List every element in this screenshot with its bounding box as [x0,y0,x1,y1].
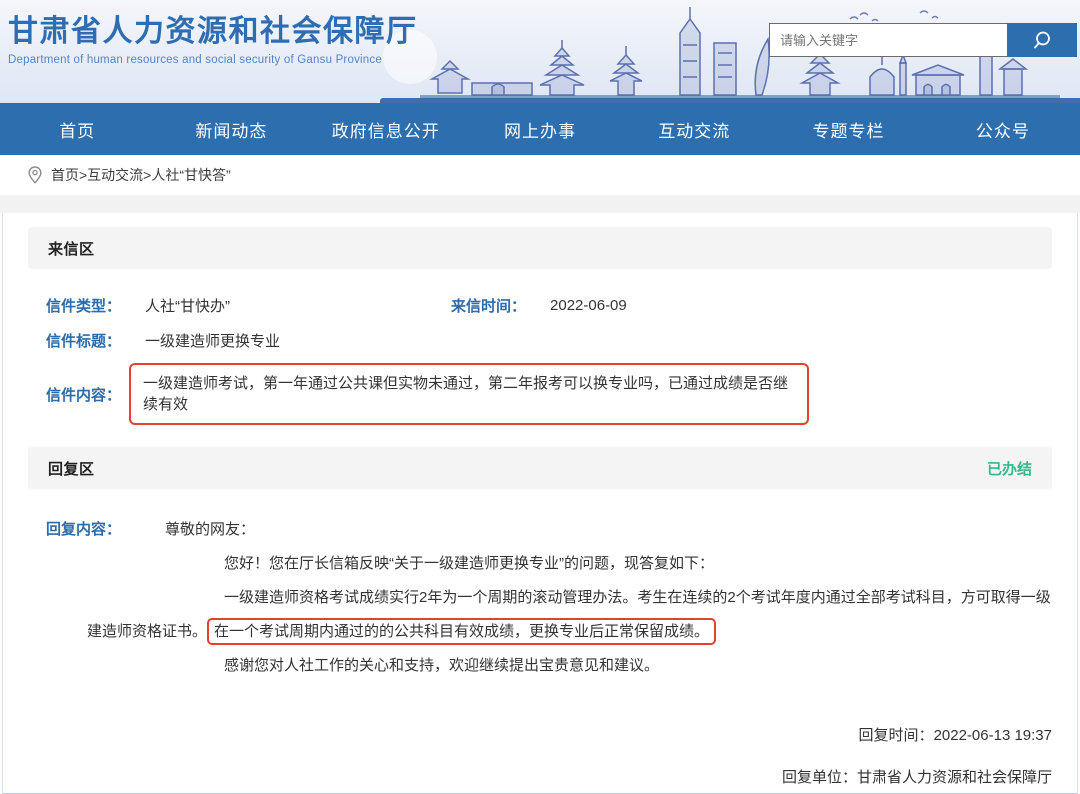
nav-item-home[interactable]: 首页 [0,103,154,155]
reply-time-label: 回复时间： [859,727,934,744]
main-nav: 首页 新闻动态 政府信息公开 网上办事 互动交流 专题专栏 公众号 [0,103,1080,155]
reply-section-header: 回复区 已办结 [28,447,1052,489]
status-badge: 已办结 [987,458,1032,479]
letter-subject-row: 信件标题： 一级建造师更换专业 [28,330,1052,351]
letter-content-highlight-box: 一级建造师考试，第一年通过公共课但实物未通过，第二年报考可以换专业吗，已通过成绩… [129,363,809,425]
nav-item-online-services[interactable]: 网上办事 [463,103,617,155]
nav-item-official-account[interactable]: 公众号 [926,103,1080,155]
nav-item-gov-info[interactable]: 政府信息公开 [309,103,463,155]
reply-paragraph-1: 您好！您在厅长信箱反映“关于一级建造师更换专业”的问题，现答复如下： [87,547,1052,581]
letter-time-value: 2022-06-09 [550,297,627,314]
letter-detail-card: 来信区 信件类型： 人社“甘快办” 来信时间： 2022-06-09 信件标题：… [2,213,1078,794]
reply-unit-value: 甘肃省人力资源和社会保障厅 [857,769,1052,786]
reply-unit-line: 回复单位：甘肃省人力资源和社会保障厅 [28,757,1052,794]
search-bar [769,23,1077,57]
reply-greeting: 尊敬的网友： [87,513,1052,547]
letter-time-field: 来信时间： 2022-06-09 [451,295,627,316]
letter-meta-row: 信件类型： 人社“甘快办” 来信时间： 2022-06-09 [28,295,1052,316]
reply-time-line: 回复时间：2022-06-13 19:37 [28,715,1052,757]
letter-type-value: 人社“甘快办” [145,295,230,316]
letter-type-field: 信件类型： 人社“甘快办” [46,295,451,316]
letter-subject-label: 信件标题： [46,330,121,351]
nav-item-news[interactable]: 新闻动态 [154,103,308,155]
site-subtitle: Department of human resources and social… [8,54,418,66]
nav-item-interaction[interactable]: 互动交流 [617,103,771,155]
letter-time-label: 来信时间： [451,295,526,316]
reply-paragraph-2: 一级建造师资格考试成绩实行2年为一个周期的滚动管理办法。考生在连续的2个考试年度… [87,581,1052,649]
search-button[interactable] [1007,23,1077,57]
reply-section-title: 回复区 [48,458,95,479]
letter-subject-value: 一级建造师更换专业 [145,330,280,351]
letter-content-row: 信件内容： 一级建造师考试，第一年通过公共课但实物未通过，第二年报考可以换专业吗… [28,363,1052,425]
letter-type-label: 信件类型： [46,295,121,316]
reply-time-value: 2022-06-13 19:37 [934,727,1052,744]
letter-section-header: 来信区 [28,227,1052,269]
reply-paragraph-3: 感谢您对人社工作的关心和支持，欢迎继续提出宝贵意见和建议。 [87,649,1052,683]
reply-meta: 回复时间：2022-06-13 19:37 回复单位：甘肃省人力资源和社会保障厅 [28,715,1052,794]
nav-item-special-topics[interactable]: 专题专栏 [771,103,925,155]
site-title: 甘肃省人力资源和社会保障厅 [8,15,418,48]
location-pin-icon [28,166,42,184]
letter-section-title: 来信区 [48,238,95,259]
letter-content-label: 信件内容： [46,384,121,405]
site-brand: 甘肃省人力资源和社会保障厅 Department of human resour… [8,15,418,66]
reply-content-label: 回复内容： [46,513,121,547]
reply-highlight-box: 在一个考试周期内通过的的公共科目有效成绩，更换专业后正常保留成绩。 [207,618,716,645]
divider-strip [0,195,1080,213]
search-icon [1031,29,1053,51]
breadcrumb-text[interactable]: 首页>互动交流>人社“甘快答” [51,165,231,185]
reply-content-row: 回复内容： 尊敬的网友： 您好！您在厅长信箱反映“关于一级建造师更换专业”的问题… [28,513,1052,683]
breadcrumb: 首页>互动交流>人社“甘快答” [0,155,1080,195]
reply-unit-label: 回复单位： [782,769,857,786]
header-base-stripe [380,98,1080,103]
search-input[interactable] [769,23,1007,57]
reply-content: 尊敬的网友： 您好！您在厅长信箱反映“关于一级建造师更换专业”的问题，现答复如下… [87,513,1052,683]
site-header: 甘肃省人力资源和社会保障厅 Department of human resour… [0,0,1080,103]
